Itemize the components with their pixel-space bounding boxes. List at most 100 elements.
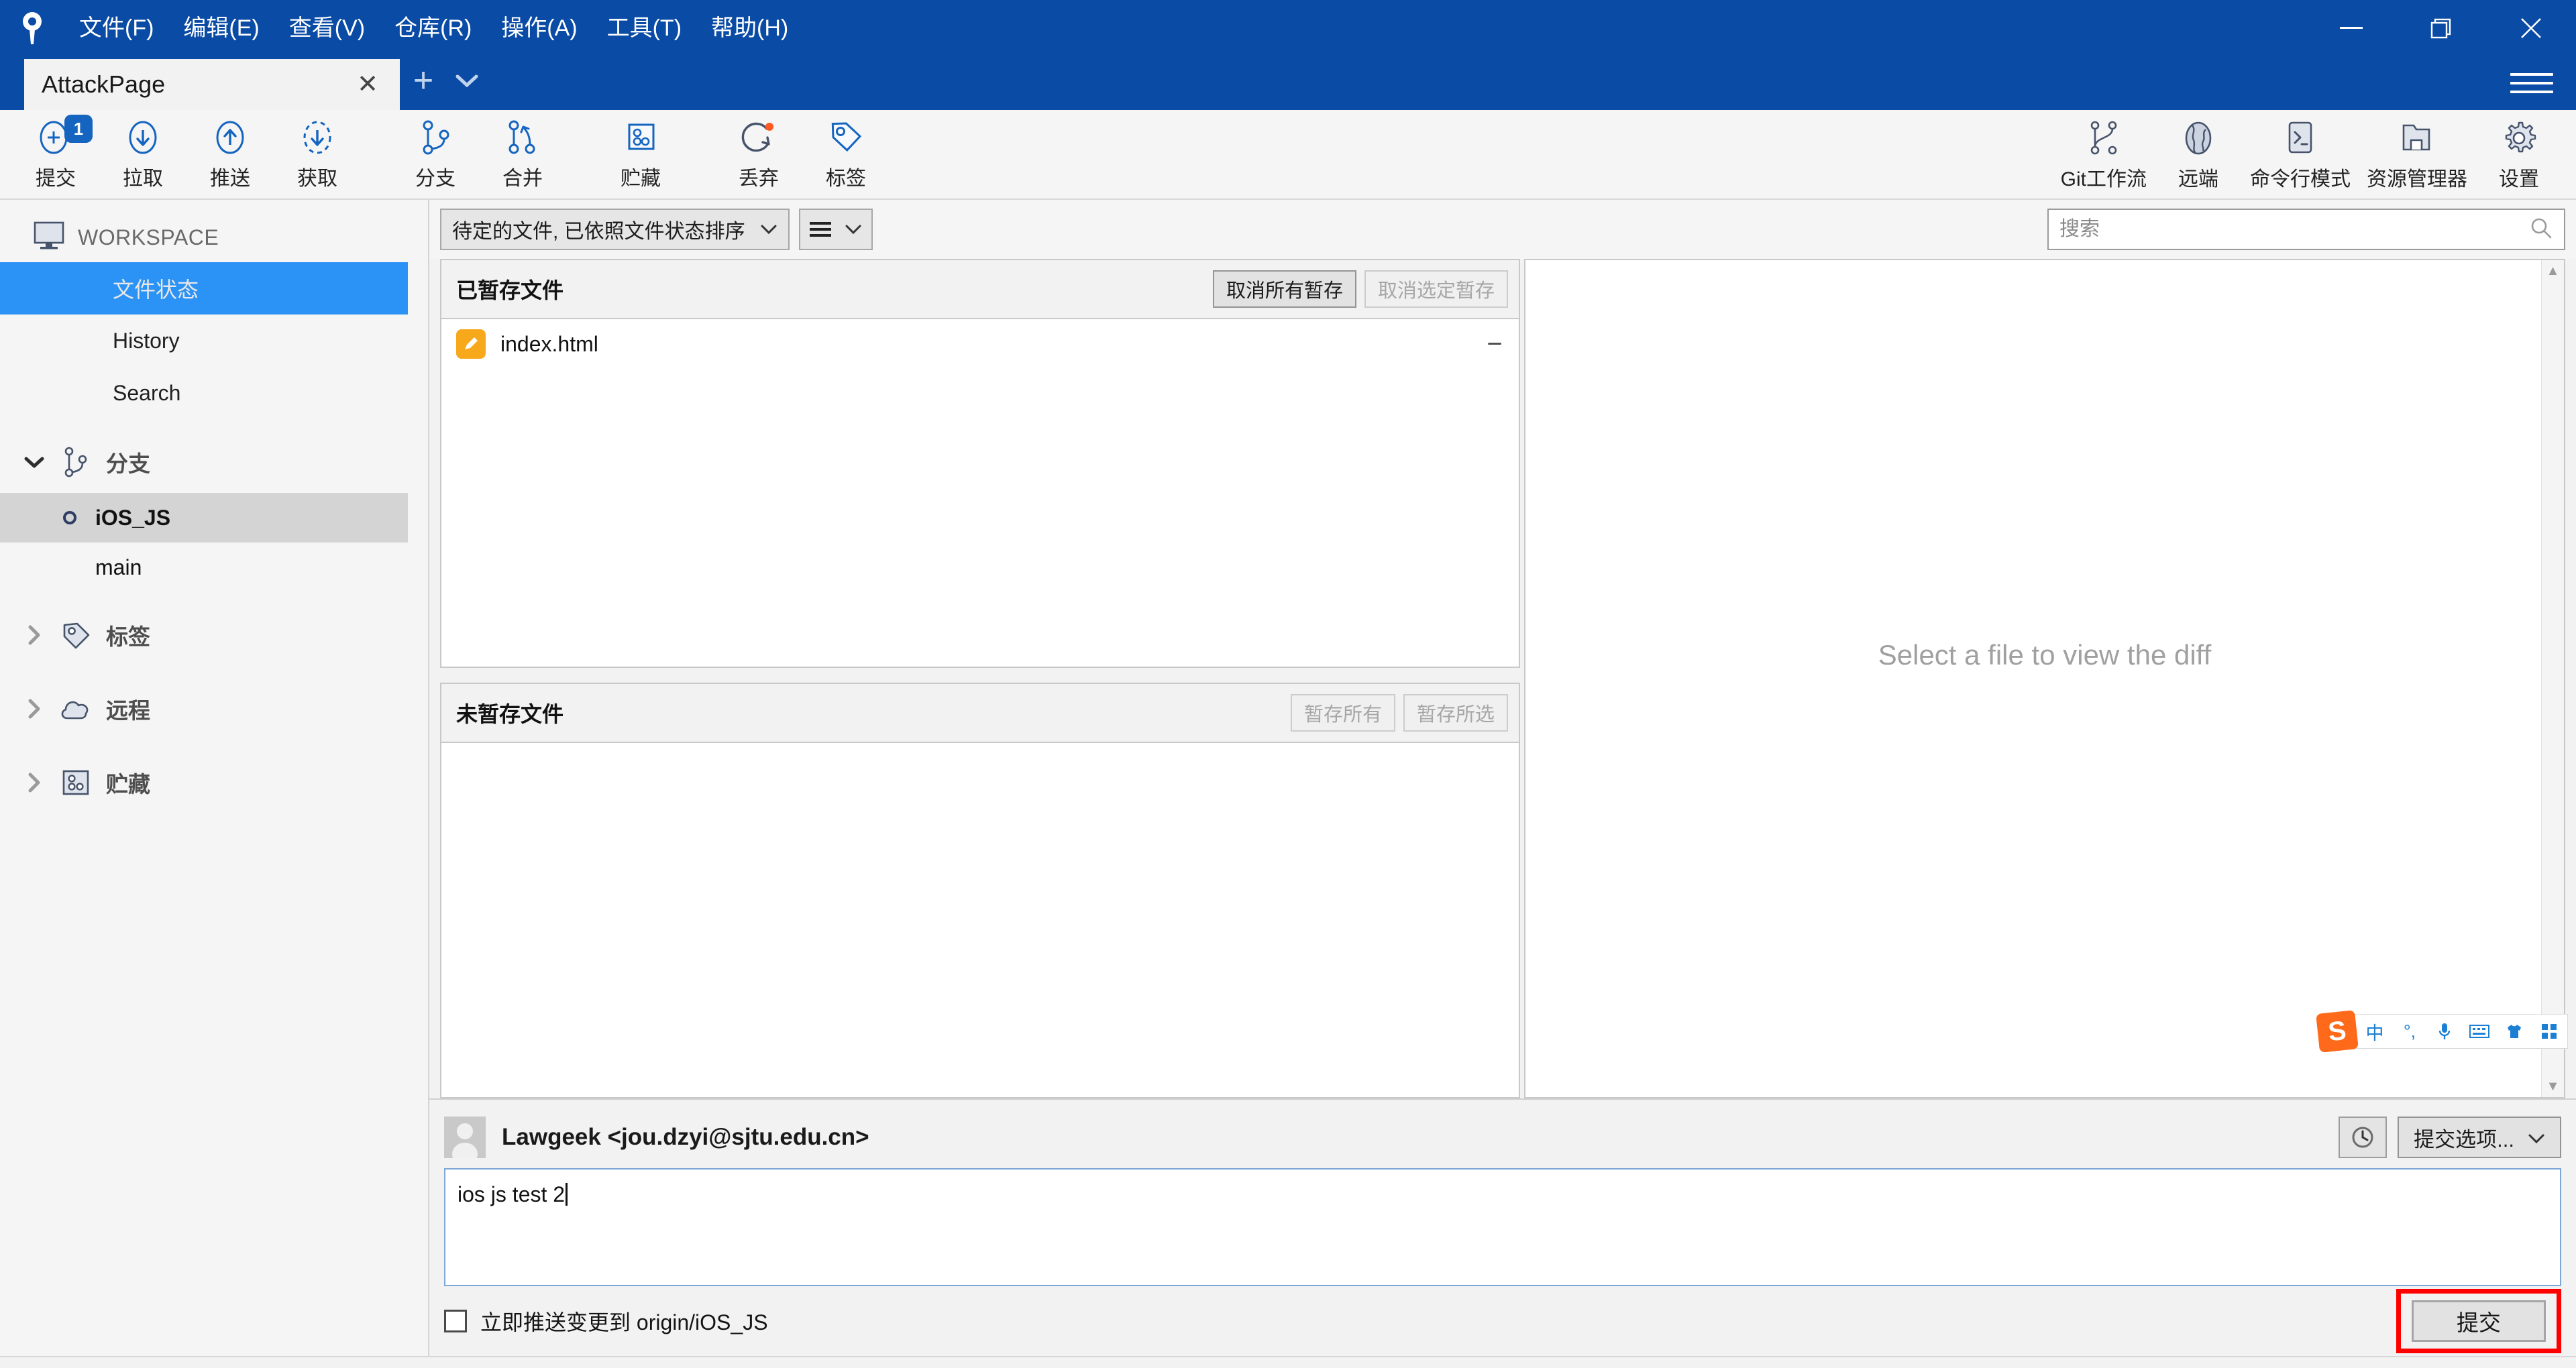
sidebar-item-history[interactable]: History: [0, 315, 428, 367]
sidebar-branch-ios-js[interactable]: iOS_JS: [0, 493, 408, 543]
main-content: 待定的文件, 已依照文件状态排序 搜索 已暂存文件 取消所有暂存 取消选定暂存 …: [429, 200, 2576, 1356]
ime-chinese-mode-icon[interactable]: 中: [2363, 1019, 2386, 1045]
unstaged-section: 未暂存文件 暂存所有 暂存所选: [440, 683, 1520, 1098]
chevron-down-icon[interactable]: [23, 455, 46, 469]
unstage-selected-button[interactable]: 取消选定暂存: [1364, 270, 1508, 308]
stage-selected-button[interactable]: 暂存所选: [1403, 694, 1508, 732]
mic-icon[interactable]: [2433, 1022, 2456, 1041]
unstaged-file-list[interactable]: [440, 742, 1520, 1098]
menu-edit[interactable]: 编辑(E): [168, 0, 274, 56]
table-row[interactable]: index.html −: [441, 319, 1519, 369]
toolbar-pull-button[interactable]: 拉取: [99, 111, 186, 197]
commit-options-button[interactable]: 提交选项...: [2398, 1117, 2561, 1158]
commit-history-button[interactable]: [2339, 1117, 2387, 1158]
toolbar-terminal-button[interactable]: 命令行模式: [2242, 112, 2359, 198]
keyboard-icon[interactable]: [2468, 1024, 2491, 1039]
stash-box-icon: [58, 767, 94, 798]
toolbar-stash-button[interactable]: 贮藏: [597, 111, 684, 197]
unstage-row-button[interactable]: −: [1480, 329, 1509, 359]
menu-bar: 文件(F) 编辑(E) 查看(V) 仓库(R) 操作(A) 工具(T) 帮助(H…: [64, 0, 803, 56]
unstage-all-button[interactable]: 取消所有暂存: [1212, 270, 1356, 308]
toolbar-settings-label: 设置: [2499, 168, 2539, 190]
filter-bar: 待定的文件, 已依照文件状态排序: [429, 200, 2576, 259]
toolbar-tag-button[interactable]: 标签: [802, 111, 890, 197]
toolbar-discard-button[interactable]: 丢弃: [715, 111, 802, 197]
toolbar-branch-button[interactable]: 分支: [392, 111, 479, 197]
commit-button-highlight: 提交: [2396, 1289, 2561, 1353]
status-strip: [0, 1356, 2576, 1368]
stage-all-button[interactable]: 暂存所有: [1290, 694, 1395, 732]
ime-punctuation-icon[interactable]: °,: [2398, 1021, 2421, 1042]
sidebar-group-remotes[interactable]: 远程: [0, 678, 428, 740]
ime-toolbar[interactable]: S 中 °,: [2316, 1010, 2568, 1053]
chevron-right-icon[interactable]: [23, 699, 46, 719]
sidebar-group-stashes[interactable]: 贮藏: [0, 752, 428, 813]
toolbar-commit-button[interactable]: 1 提交: [12, 111, 99, 197]
toolbar-explorer-button[interactable]: 资源管理器: [2359, 112, 2475, 198]
commit-button[interactable]: 提交: [2412, 1300, 2546, 1342]
sidebar-group-tags[interactable]: 标签: [0, 604, 428, 666]
branch-icon: [58, 445, 94, 479]
file-filter-dropdown[interactable]: 待定的文件, 已依照文件状态排序: [440, 209, 790, 250]
window-controls: [2306, 0, 2576, 56]
push-changes-checkbox[interactable]: [444, 1310, 467, 1332]
menu-repository[interactable]: 仓库(R): [380, 0, 486, 56]
current-branch-icon: [58, 508, 82, 527]
staged-actions: 取消所有暂存 取消选定暂存: [1212, 270, 1508, 308]
staged-title: 已暂存文件: [456, 278, 564, 302]
maximize-restore-button[interactable]: [2396, 0, 2486, 56]
toolbar-settings-button[interactable]: 设置: [2475, 112, 2563, 198]
menu-file[interactable]: 文件(F): [64, 0, 168, 56]
main-menu-hamburger-icon[interactable]: [2510, 66, 2553, 101]
menu-tools[interactable]: 工具(T): [592, 0, 696, 56]
diff-viewer[interactable]: Select a file to view the diff ▲ ▼: [1524, 259, 2565, 1098]
sidebar-branch-main[interactable]: main: [0, 543, 408, 592]
toolbar-remote-label: 远端: [2178, 168, 2218, 190]
close-window-button[interactable]: [2486, 0, 2576, 56]
search-input[interactable]: [2059, 218, 2529, 241]
sidebar-item-file-status[interactable]: 文件状态: [0, 262, 408, 315]
tab-list-dropdown-icon[interactable]: [447, 59, 487, 110]
sidebar: WORKSPACE 文件状态 History Search 分支 iOS_JS …: [0, 200, 429, 1356]
search-box[interactable]: [2047, 209, 2565, 250]
sidebar-group-remotes-label: 远程: [106, 698, 150, 723]
apps-icon[interactable]: [2538, 1023, 2561, 1039]
sogou-logo-icon[interactable]: S: [2316, 1010, 2359, 1053]
tag-icon: [825, 117, 867, 158]
new-tab-button[interactable]: +: [400, 59, 447, 110]
scroll-up-icon[interactable]: ▲: [2546, 264, 2560, 278]
toolbar-gitflow-button[interactable]: Git工作流: [2053, 112, 2155, 198]
magnifier-icon[interactable]: [2529, 216, 2553, 243]
menu-view[interactable]: 查看(V): [274, 0, 380, 56]
sidebar-item-search[interactable]: Search: [0, 367, 428, 419]
modified-pencil-icon: [456, 329, 486, 359]
scroll-down-icon[interactable]: ▼: [2546, 1080, 2560, 1093]
folder-explorer-icon: [2398, 118, 2436, 158]
menu-help[interactable]: 帮助(H): [696, 0, 803, 56]
diff-vertical-scrollbar[interactable]: ▲ ▼: [2541, 260, 2564, 1097]
staged-file-list[interactable]: index.html −: [440, 318, 1520, 668]
tab-attackpage[interactable]: AttackPage ✕: [24, 59, 400, 110]
chevron-right-icon[interactable]: [23, 625, 46, 645]
view-mode-dropdown[interactable]: [798, 209, 873, 250]
sidebar-group-stashes-label: 贮藏: [106, 772, 150, 797]
globe-remote-icon: [2179, 118, 2218, 158]
shirt-icon[interactable]: [2503, 1023, 2526, 1039]
workspace-title: WORKSPACE: [78, 225, 219, 249]
toolbar-right-group: Git工作流 远端 命令行模式 资源管理器 设置: [2053, 110, 2563, 200]
tab-close-icon[interactable]: ✕: [353, 70, 382, 99]
chevron-right-icon[interactable]: [23, 773, 46, 793]
toolbar-merge-button[interactable]: 合并: [479, 111, 566, 197]
push-changes-label: 立即推送变更到 origin/iOS_JS: [480, 1310, 768, 1334]
sidebar-branch-label: iOS_JS: [95, 505, 171, 530]
minimize-button[interactable]: [2306, 0, 2396, 56]
app-logo-icon: [0, 0, 64, 56]
toolbar-push-button[interactable]: 推送: [186, 111, 274, 197]
toolbar-fetch-button[interactable]: 获取: [274, 111, 361, 197]
menu-actions[interactable]: 操作(A): [486, 0, 592, 56]
commit-message-input[interactable]: ios js test 2: [444, 1168, 2561, 1286]
toolbar-remote-button[interactable]: 远端: [2155, 112, 2242, 198]
toolbar-stash-label: 贮藏: [621, 168, 661, 190]
sidebar-group-branches[interactable]: 分支: [0, 431, 428, 493]
staged-section: 已暂存文件 取消所有暂存 取消选定暂存 index.html −: [440, 259, 1520, 668]
